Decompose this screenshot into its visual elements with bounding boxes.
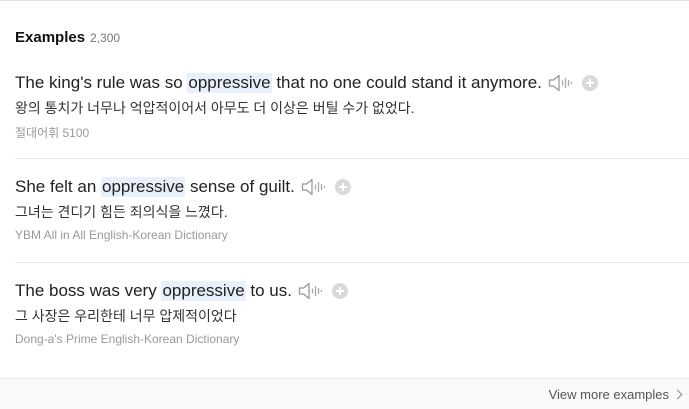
sentence-text-after: to us. bbox=[245, 281, 292, 300]
examples-panel: Examples 2,300 The king's rule was so op… bbox=[0, 0, 689, 409]
example-divider bbox=[15, 158, 689, 159]
example-divider bbox=[15, 262, 689, 263]
top-divider bbox=[0, 0, 689, 1]
chevron-right-icon bbox=[672, 389, 683, 400]
sentence-text-before: She felt an bbox=[15, 177, 102, 196]
example-translation: 왕의 통치가 너무나 억압적이어서 아무도 더 이상은 버틸 수가 없었다. bbox=[15, 100, 415, 116]
sentence-text-before: The king's rule was so bbox=[15, 73, 188, 92]
view-more-examples-link[interactable]: View more examples bbox=[548, 387, 683, 402]
sentence-text-after: that no one could stand it anymore. bbox=[271, 73, 542, 92]
highlighted-keyword: oppressive bbox=[101, 177, 186, 197]
add-to-wordbook-icon[interactable] bbox=[334, 179, 351, 195]
speaker-icon[interactable] bbox=[548, 73, 574, 93]
example-source[interactable]: YBM All in All English-Korean Dictionary bbox=[15, 228, 228, 242]
add-to-wordbook-icon[interactable] bbox=[331, 283, 348, 299]
add-to-wordbook-icon[interactable] bbox=[581, 75, 598, 91]
example-sentence: The king's rule was so oppressive that n… bbox=[15, 71, 598, 95]
highlighted-keyword: oppressive bbox=[161, 281, 246, 301]
example-sentence: The boss was very oppressive to us. bbox=[15, 279, 348, 303]
section-title: Examples bbox=[15, 29, 86, 46]
speaker-icon[interactable] bbox=[298, 281, 324, 301]
speaker-icon[interactable] bbox=[301, 177, 327, 197]
section-header: Examples 2,300 bbox=[15, 29, 120, 46]
example-source[interactable]: 절대어휘 5100 bbox=[15, 124, 89, 141]
example-count: 2,300 bbox=[90, 31, 121, 45]
example-sentence: She felt an oppressive sense of guilt. bbox=[15, 175, 351, 199]
examples-footer: View more examples bbox=[0, 378, 689, 409]
sentence-text-before: The boss was very bbox=[15, 281, 162, 300]
highlighted-keyword: oppressive bbox=[187, 73, 272, 93]
example-translation: 그녀는 견디기 힘든 죄의식을 느꼈다. bbox=[15, 204, 228, 220]
sentence-text-after: sense of guilt. bbox=[185, 177, 295, 196]
example-translation: 그 사장은 우리한테 너무 압제적이었다 bbox=[15, 308, 237, 324]
example-source[interactable]: Dong-a's Prime English-Korean Dictionary bbox=[15, 332, 239, 346]
view-more-label: View more examples bbox=[548, 387, 669, 402]
